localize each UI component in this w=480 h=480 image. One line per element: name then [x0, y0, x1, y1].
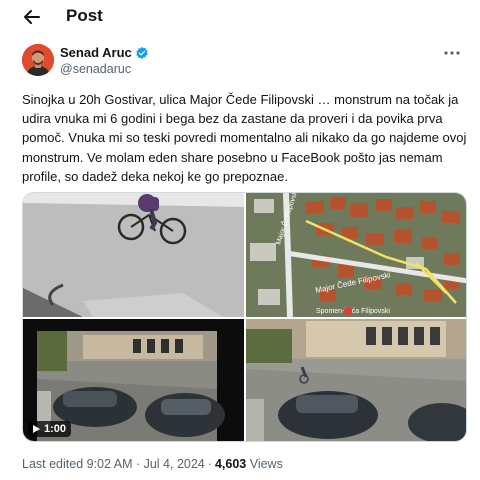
more-options-button[interactable] — [442, 46, 462, 60]
media-photo-street[interactable] — [246, 319, 466, 441]
media-grid: Major Čede Filipovski Major Č. Filipovsk… — [22, 192, 467, 442]
post-text: Sinojka u 20h Gostivar, ulica Major Čede… — [22, 92, 467, 184]
edited-timestamp[interactable]: Last edited 9:02 AM · Jul 4, 2024 — [22, 457, 205, 471]
more-horizontal-icon — [444, 51, 460, 55]
author-name-text: Senad Aruc — [60, 45, 132, 60]
back-button[interactable] — [20, 5, 44, 29]
page-title: Post — [66, 6, 103, 25]
verified-badge-icon — [136, 46, 148, 60]
post-meta: Last edited 9:02 AM · Jul 4, 2024 · 4,603 … — [22, 457, 283, 472]
views-count: 4,603 — [214, 457, 247, 471]
video-duration-badge: 1:00 — [28, 421, 72, 437]
map-place-label: Spomen-kuća Filipovski — [316, 308, 390, 315]
post-author: Senad Aruc @senadaruc — [22, 44, 462, 84]
avatar[interactable] — [22, 44, 54, 76]
top-bar: Post — [0, 0, 480, 34]
play-icon — [33, 425, 40, 433]
author-name[interactable]: Senad Aruc — [60, 45, 149, 61]
author-handle[interactable]: @senadaruc — [60, 62, 131, 77]
meta-separator: · — [207, 457, 212, 471]
media-photo-cyclist[interactable] — [23, 193, 244, 317]
arrow-left-icon — [24, 10, 40, 24]
video-duration: 1:00 — [44, 423, 67, 435]
media-video[interactable]: 1:00 — [23, 319, 244, 441]
media-photo-map[interactable]: Major Čede Filipovski Major Č. Filipovsk… — [246, 193, 466, 317]
views-label: Views — [249, 457, 283, 471]
